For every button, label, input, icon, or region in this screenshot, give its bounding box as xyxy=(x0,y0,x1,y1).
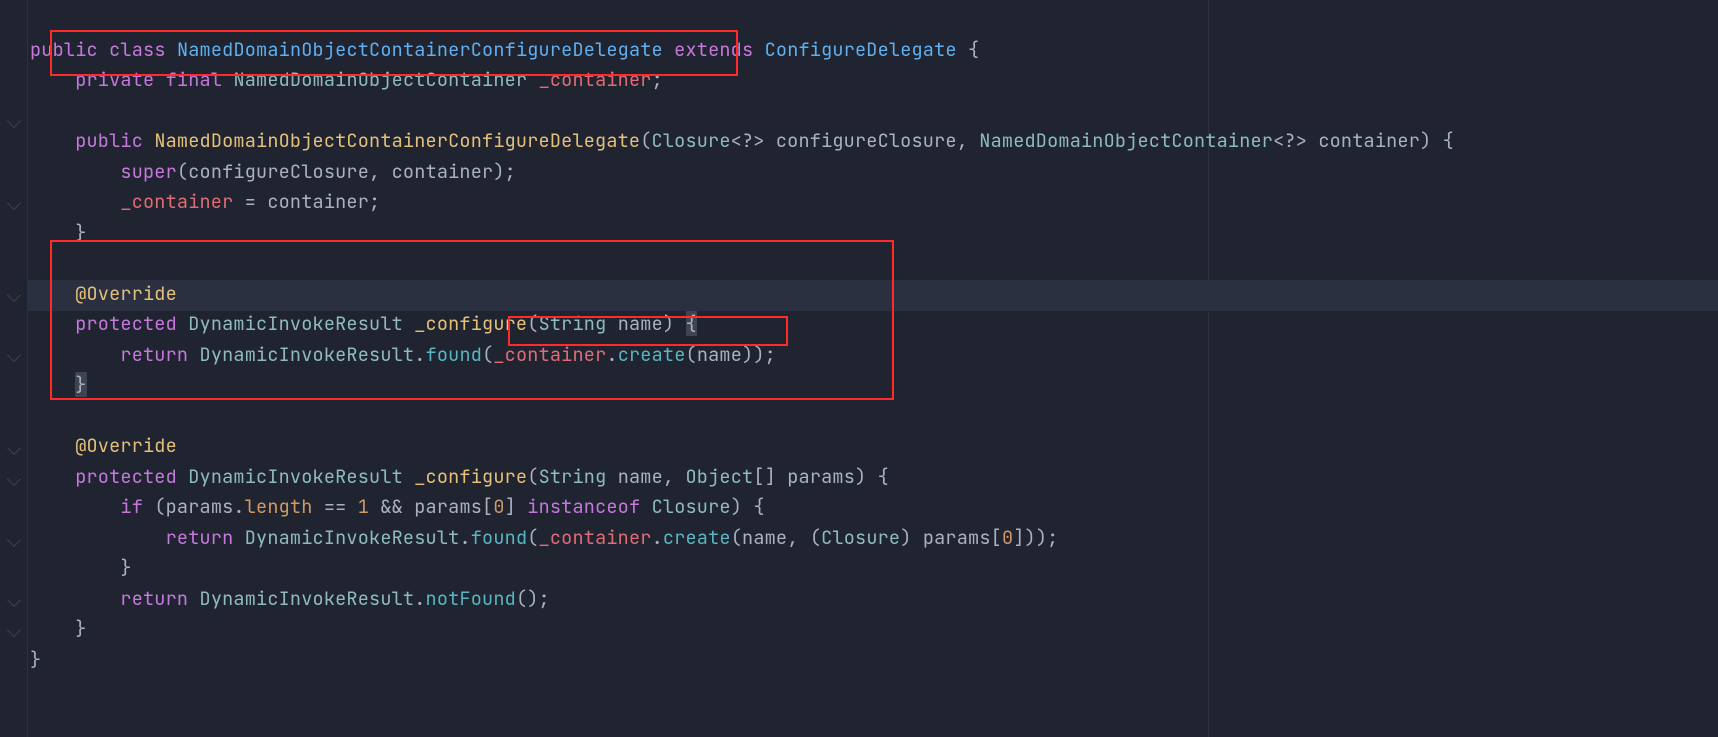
fold-icon[interactable] xyxy=(7,114,21,128)
fold-icon[interactable] xyxy=(7,196,21,210)
code-line xyxy=(30,250,41,275)
code-line: return DynamicInvokeResult.notFound(); xyxy=(30,586,550,611)
code-line: _container = container; xyxy=(30,189,380,214)
fold-icon[interactable] xyxy=(7,441,21,455)
code-line xyxy=(30,98,41,123)
code-line xyxy=(30,403,41,428)
fold-icon[interactable] xyxy=(7,472,21,486)
fold-icon[interactable] xyxy=(7,288,21,302)
code-editor[interactable]: public class NamedDomainObjectContainerC… xyxy=(30,4,1454,675)
gutter xyxy=(0,0,28,737)
code-line: } xyxy=(30,555,132,580)
code-line: protected DynamicInvokeResult _configure… xyxy=(30,311,697,336)
code-line: public class NamedDomainObjectContainerC… xyxy=(30,37,979,62)
fold-icon[interactable] xyxy=(7,348,21,362)
code-line: return DynamicInvokeResult.found(_contai… xyxy=(30,525,1058,550)
code-line: private final NamedDomainObjectContainer… xyxy=(30,67,663,92)
code-line: if (params.length == 1 && params[0] inst… xyxy=(30,494,765,519)
code-line: } xyxy=(30,372,87,397)
fold-icon[interactable] xyxy=(7,593,21,607)
fold-icon[interactable] xyxy=(7,533,21,547)
code-line: @Override xyxy=(30,433,177,458)
code-line: } xyxy=(30,647,41,672)
code-line: @Override xyxy=(30,281,177,306)
code-line: super(configureClosure, container); xyxy=(30,159,516,184)
code-line: } xyxy=(30,616,87,641)
code-line: public NamedDomainObjectContainerConfigu… xyxy=(30,128,1454,153)
code-line: protected DynamicInvokeResult _configure… xyxy=(30,464,889,489)
code-line: } xyxy=(30,220,87,245)
code-line: return DynamicInvokeResult.found(_contai… xyxy=(30,342,776,367)
fold-icon[interactable] xyxy=(7,623,21,637)
